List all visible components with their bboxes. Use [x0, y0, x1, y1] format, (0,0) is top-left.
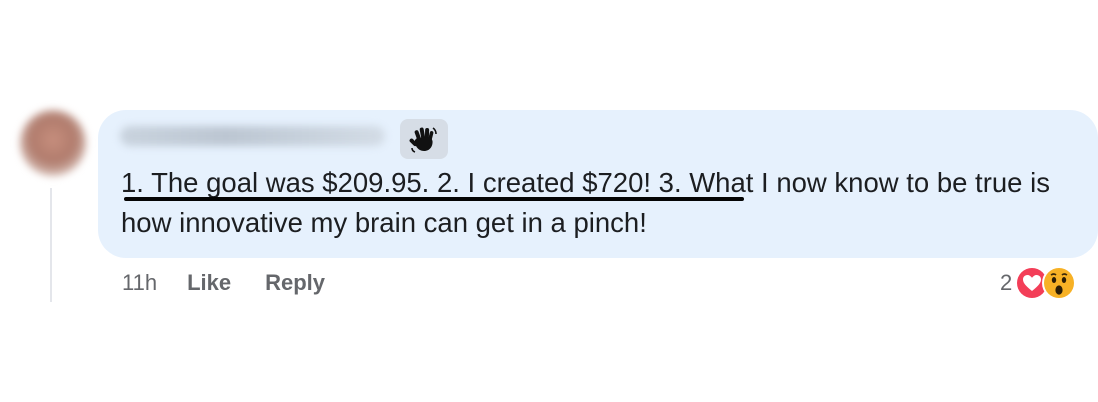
like-button[interactable]: Like — [187, 270, 231, 296]
underline-annotation — [124, 197, 744, 201]
waving-hand-icon[interactable] — [400, 119, 448, 159]
author-name-blurred[interactable] — [120, 126, 385, 146]
thread-line — [50, 188, 52, 302]
comment-actions: 11h Like Reply — [122, 268, 359, 298]
comment-text: 1. The goal was $209.95. 2. I created $7… — [121, 167, 1050, 238]
reaction-icons — [1014, 263, 1077, 303]
reaction-count: 2 — [1000, 270, 1013, 295]
wow-reaction-icon — [1042, 266, 1077, 300]
comment-timestamp[interactable]: 11h — [122, 270, 157, 296]
comment-container: 1. The goal was $209.95. 2. I created $7… — [0, 0, 1098, 402]
reactions-summary[interactable]: 2 — [1000, 263, 1077, 303]
reply-button[interactable]: Reply — [265, 270, 325, 296]
avatar[interactable] — [20, 110, 86, 176]
